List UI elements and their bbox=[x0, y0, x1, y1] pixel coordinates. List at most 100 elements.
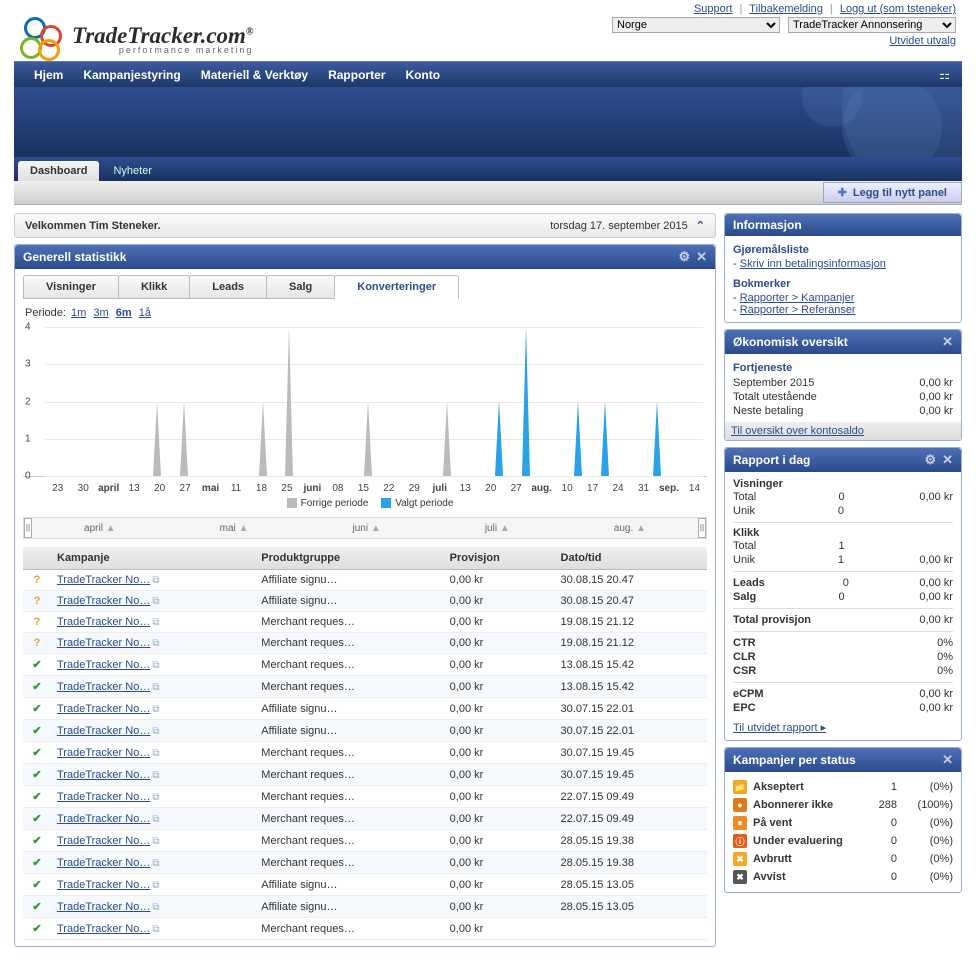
close-icon[interactable]: ✕ bbox=[942, 752, 953, 768]
th-produktgruppe[interactable]: Produktgruppe bbox=[255, 547, 443, 570]
status-row[interactable]: ●Abonnerer ikke288(100%) bbox=[733, 796, 953, 814]
link-kampanje[interactable]: TradeTracker No… bbox=[57, 923, 150, 935]
tab-dashboard[interactable]: Dashboard bbox=[18, 161, 99, 181]
table-row[interactable]: ✔TradeTracker No…⧉Merchant reques…0,00 k… bbox=[23, 764, 707, 786]
slider-handle-right[interactable]: || bbox=[698, 518, 706, 538]
period-6m[interactable]: 6m bbox=[116, 307, 132, 319]
gear-icon[interactable]: ⚙ bbox=[678, 249, 690, 265]
table-row[interactable]: ✔TradeTracker No…⧉Merchant reques…0,00 k… bbox=[23, 742, 707, 764]
th-datotid[interactable]: Dato/tid bbox=[555, 547, 707, 570]
external-icon[interactable]: ⧉ bbox=[152, 858, 159, 869]
table-row[interactable]: ✔TradeTracker No…⧉Affiliate signu…0,00 k… bbox=[23, 874, 707, 896]
close-icon[interactable]: ✕ bbox=[942, 452, 953, 468]
stats-tab-konverteringer[interactable]: Konverteringer bbox=[334, 275, 459, 299]
th-kampanje[interactable]: Kampanje bbox=[51, 547, 255, 570]
period-3m[interactable]: 3m bbox=[93, 307, 108, 319]
link-utvidet-utvalg[interactable]: Utvidet utvalg bbox=[889, 35, 956, 47]
nav-kampanjestyring[interactable]: Kampanjestyring bbox=[73, 68, 190, 82]
link-kampanje[interactable]: TradeTracker No… bbox=[57, 681, 150, 693]
table-row[interactable]: ✔TradeTracker No…⧉Merchant reques…0,00 k… bbox=[23, 852, 707, 874]
table-row[interactable]: ✔TradeTracker No…⧉Affiliate signu…0,00 k… bbox=[23, 698, 707, 720]
table-row[interactable]: ?TradeTracker No…⧉Affiliate signu…0,00 k… bbox=[23, 591, 707, 612]
link-kampanje[interactable]: TradeTracker No… bbox=[57, 637, 150, 649]
close-icon[interactable]: ✕ bbox=[696, 249, 707, 265]
status-row[interactable]: ✖Avbrutt0(0%) bbox=[733, 850, 953, 868]
table-row[interactable]: ?TradeTracker No…⧉Merchant reques…0,00 k… bbox=[23, 633, 707, 654]
nav-rapporter[interactable]: Rapporter bbox=[318, 68, 395, 82]
link-rapporter-kampanjer[interactable]: Rapporter > Kampanjer bbox=[740, 292, 855, 304]
table-row[interactable]: ?TradeTracker No…⧉Affiliate signu…0,00 k… bbox=[23, 570, 707, 591]
country-select[interactable]: Norge bbox=[612, 17, 780, 33]
table-row[interactable]: ✔TradeTracker No…⧉Merchant reques…0,00 k… bbox=[23, 830, 707, 852]
link-kampanje[interactable]: TradeTracker No… bbox=[57, 857, 150, 869]
link-kontosaldo[interactable]: Til oversikt over kontosaldo bbox=[731, 425, 864, 437]
nav-materiell[interactable]: Materiell & Verktøy bbox=[191, 68, 318, 82]
logo[interactable]: TradeTracker.com® performance marketing bbox=[20, 17, 253, 61]
link-kampanje[interactable]: TradeTracker No… bbox=[57, 725, 150, 737]
external-icon[interactable]: ⧉ bbox=[152, 792, 159, 803]
external-icon[interactable]: ⧉ bbox=[152, 575, 159, 586]
external-icon[interactable]: ⧉ bbox=[152, 660, 159, 671]
link-kampanje[interactable]: TradeTracker No… bbox=[57, 595, 150, 607]
status-row[interactable]: ⓘUnder evaluering0(0%) bbox=[733, 832, 953, 850]
link-kampanje[interactable]: TradeTracker No… bbox=[57, 813, 150, 825]
stats-tab-klikk[interactable]: Klikk bbox=[118, 275, 190, 299]
nav-konto[interactable]: Konto bbox=[395, 68, 450, 82]
external-icon[interactable]: ⧉ bbox=[152, 770, 159, 781]
tab-nyheter[interactable]: Nyheter bbox=[101, 161, 164, 181]
external-icon[interactable]: ⧉ bbox=[152, 617, 159, 628]
period-1å[interactable]: 1å bbox=[139, 307, 151, 319]
table-row[interactable]: ✔TradeTracker No…⧉Merchant reques…0,00 k… bbox=[23, 918, 707, 940]
table-row[interactable]: ✔TradeTracker No…⧉Merchant reques…0,00 k… bbox=[23, 654, 707, 676]
link-kampanje[interactable]: TradeTracker No… bbox=[57, 747, 150, 759]
add-panel-button[interactable]: ✚ Legg til nytt panel bbox=[823, 182, 962, 203]
link-kampanje[interactable]: TradeTracker No… bbox=[57, 901, 150, 913]
slider-handle-left[interactable]: || bbox=[24, 518, 32, 538]
link-utvidet-rapport[interactable]: Til utvidet rapport ▸ bbox=[733, 722, 826, 734]
link-kampanje[interactable]: TradeTracker No… bbox=[57, 879, 150, 891]
link-support[interactable]: Support bbox=[694, 3, 733, 15]
stats-tab-leads[interactable]: Leads bbox=[189, 275, 267, 299]
link-betalingsinfo[interactable]: Skriv inn betalingsinformasjon bbox=[740, 258, 886, 270]
sitemap-icon[interactable]: ⚏ bbox=[939, 68, 950, 82]
nav-hjem[interactable]: Hjem bbox=[24, 68, 73, 82]
external-icon[interactable]: ⧉ bbox=[152, 924, 159, 935]
table-row[interactable]: ✔TradeTracker No…⧉Merchant reques…0,00 k… bbox=[23, 676, 707, 698]
timeline-slider[interactable]: || april ▲mai ▲juni ▲juli ▲aug. ▲ || bbox=[23, 517, 707, 539]
table-row[interactable]: ?TradeTracker No…⧉Merchant reques…0,00 k… bbox=[23, 612, 707, 633]
external-icon[interactable]: ⧉ bbox=[152, 596, 159, 607]
external-icon[interactable]: ⧉ bbox=[152, 682, 159, 693]
link-feedback[interactable]: Tilbakemelding bbox=[749, 3, 823, 15]
link-rapporter-referanser[interactable]: Rapporter > Referanser bbox=[740, 304, 856, 316]
chevron-up-icon[interactable]: ⌃ bbox=[696, 220, 705, 232]
link-kampanje[interactable]: TradeTracker No… bbox=[57, 659, 150, 671]
stats-tab-visninger[interactable]: Visninger bbox=[23, 275, 119, 299]
table-row[interactable]: ✔TradeTracker No…⧉Merchant reques…0,00 k… bbox=[23, 808, 707, 830]
link-kampanje[interactable]: TradeTracker No… bbox=[57, 769, 150, 781]
link-kampanje[interactable]: TradeTracker No… bbox=[57, 791, 150, 803]
th-provisjon[interactable]: Provisjon bbox=[444, 547, 555, 570]
link-kampanje[interactable]: TradeTracker No… bbox=[57, 616, 150, 628]
close-icon[interactable]: ✕ bbox=[942, 334, 953, 350]
product-select[interactable]: TradeTracker Annonsering bbox=[788, 17, 956, 33]
external-icon[interactable]: ⧉ bbox=[152, 638, 159, 649]
link-kampanje[interactable]: TradeTracker No… bbox=[57, 835, 150, 847]
external-icon[interactable]: ⧉ bbox=[152, 836, 159, 847]
status-row[interactable]: ✖Avvist0(0%) bbox=[733, 868, 953, 886]
status-row[interactable]: 📁Akseptert1(0%) bbox=[733, 778, 953, 796]
table-row[interactable]: ✔TradeTracker No…⧉Affiliate signu…0,00 k… bbox=[23, 720, 707, 742]
external-icon[interactable]: ⧉ bbox=[152, 814, 159, 825]
external-icon[interactable]: ⧉ bbox=[152, 704, 159, 715]
stats-tab-salg[interactable]: Salg bbox=[266, 275, 335, 299]
external-icon[interactable]: ⧉ bbox=[152, 748, 159, 759]
status-row[interactable]: ⏸På vent0(0%) bbox=[733, 814, 953, 832]
link-kampanje[interactable]: TradeTracker No… bbox=[57, 703, 150, 715]
gear-icon[interactable]: ⚙ bbox=[924, 452, 936, 468]
table-row[interactable]: ✔TradeTracker No…⧉Affiliate signu…0,00 k… bbox=[23, 896, 707, 918]
external-icon[interactable]: ⧉ bbox=[152, 726, 159, 737]
table-row[interactable]: ✔TradeTracker No…⧉Merchant reques…0,00 k… bbox=[23, 786, 707, 808]
link-logout[interactable]: Logg ut (som tsteneker) bbox=[840, 3, 956, 15]
link-kampanje[interactable]: TradeTracker No… bbox=[57, 574, 150, 586]
external-icon[interactable]: ⧉ bbox=[152, 902, 159, 913]
external-icon[interactable]: ⧉ bbox=[152, 880, 159, 891]
